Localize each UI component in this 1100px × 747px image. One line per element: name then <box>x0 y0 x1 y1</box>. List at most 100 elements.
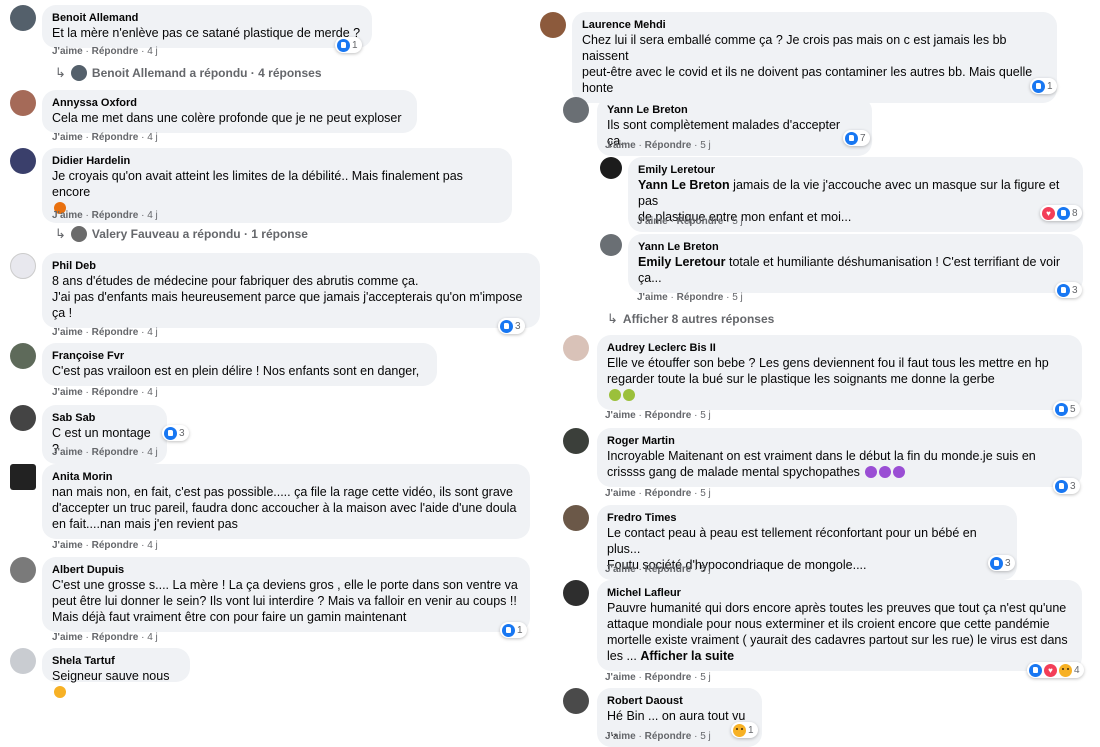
reply-link[interactable]: Répondre <box>677 216 724 227</box>
avatar[interactable] <box>10 148 36 174</box>
reaction-count[interactable]: 3 <box>498 318 525 334</box>
like-link[interactable]: J'aime <box>605 564 636 575</box>
avatar[interactable] <box>563 505 589 531</box>
avatar[interactable] <box>600 157 622 179</box>
avatar[interactable] <box>10 464 36 490</box>
comment-author[interactable]: Shela Tartuf <box>52 654 180 668</box>
mention-link[interactable]: Yann Le Breton <box>638 178 730 192</box>
view-replies[interactable]: ↳ Benoit Allemand a répondu · 4 réponses <box>55 65 322 81</box>
comment-author[interactable]: Sab Sab <box>52 411 157 425</box>
avatar[interactable] <box>563 580 589 606</box>
avatar[interactable] <box>10 405 36 431</box>
reply-link[interactable]: Répondre <box>92 540 139 551</box>
reaction-count[interactable]: 1 <box>500 622 527 638</box>
like-link[interactable]: J'aime <box>637 292 668 303</box>
avatar[interactable] <box>10 343 36 369</box>
reply-link[interactable]: Répondre <box>677 292 724 303</box>
reply-link[interactable]: Répondre <box>92 632 139 643</box>
comment-author[interactable]: Fredro Times <box>607 511 1007 525</box>
comment-author[interactable]: Anita Morin <box>52 470 520 484</box>
avatar[interactable] <box>10 90 36 116</box>
comment-author[interactable]: Françoise Fvr <box>52 349 427 363</box>
reply-link[interactable]: Répondre <box>92 132 139 143</box>
comment-author[interactable]: Michel Lafleur <box>607 586 1072 600</box>
reaction-count[interactable]: 1 <box>731 722 758 738</box>
reply-link[interactable]: Répondre <box>645 140 692 151</box>
avatar[interactable] <box>563 428 589 454</box>
comment-author[interactable]: Albert Dupuis <box>52 563 520 577</box>
reply-link[interactable]: Répondre <box>92 210 139 221</box>
like-link[interactable]: J'aime <box>52 447 83 458</box>
comment-text: Seigneur sauve nous <box>52 668 180 700</box>
reaction-count[interactable]: 1 <box>1030 78 1057 94</box>
reply-link[interactable]: Répondre <box>645 564 692 575</box>
avatar[interactable] <box>563 688 589 714</box>
avatar[interactable] <box>540 12 566 38</box>
like-link[interactable]: J'aime <box>52 540 83 551</box>
comment-author[interactable]: Didier Hardelin <box>52 154 502 168</box>
like-link[interactable]: J'aime <box>605 672 636 683</box>
comment-author[interactable]: Roger Martin <box>607 434 1072 448</box>
like-icon <box>502 623 515 637</box>
like-link[interactable]: J'aime <box>52 210 83 221</box>
like-link[interactable]: J'aime <box>52 46 83 57</box>
avatar[interactable] <box>10 253 36 279</box>
comment-bubble: Laurence Mehdi Chez lui il sera emballé … <box>572 12 1057 103</box>
avatar[interactable] <box>600 234 622 256</box>
reply-link[interactable]: Répondre <box>645 488 692 499</box>
show-more-replies[interactable]: ↳ Afficher 8 autres réponses <box>607 311 774 327</box>
like-link[interactable]: J'aime <box>605 731 636 742</box>
comment-time: 4 j <box>147 387 158 398</box>
comment-author[interactable]: Robert Daoust <box>607 694 752 708</box>
reply-link[interactable]: Répondre <box>645 410 692 421</box>
avatar[interactable] <box>10 648 36 674</box>
reply-link[interactable]: Répondre <box>92 387 139 398</box>
reaction-count[interactable]: ♥ 4 <box>1027 662 1084 678</box>
reply-link[interactable]: Répondre <box>92 447 139 458</box>
reaction-count[interactable]: 3 <box>988 555 1015 571</box>
reaction-count[interactable]: 7 <box>843 130 870 146</box>
comment-author[interactable]: Yann Le Breton <box>638 240 1073 254</box>
comment-text: nan mais non, en fait, c'est pas possibl… <box>52 485 517 531</box>
avatar[interactable] <box>10 557 36 583</box>
reaction-count[interactable]: 3 <box>162 425 189 441</box>
like-link[interactable]: J'aime <box>52 132 83 143</box>
reply-link[interactable]: Répondre <box>645 731 692 742</box>
comment-author[interactable]: Emily Leretour <box>638 163 1073 177</box>
like-link[interactable]: J'aime <box>605 488 636 499</box>
avatar[interactable] <box>563 97 589 123</box>
comment-time: 5 j <box>700 488 711 499</box>
comment-author[interactable]: Benoit Allemand <box>52 11 362 25</box>
reaction-count[interactable]: 3 <box>1055 282 1082 298</box>
comment-bubble: Shela Tartuf Seigneur sauve nous <box>42 648 190 698</box>
mention-link[interactable]: Emily Leretour <box>638 255 726 269</box>
comment-author[interactable]: Phil Deb <box>52 259 530 273</box>
like-link[interactable]: J'aime <box>52 632 83 643</box>
reaction-count[interactable]: ♥ 8 <box>1040 205 1082 221</box>
reaction-count[interactable]: 1 <box>335 37 362 53</box>
comment-actions: J'aime · Répondre · 5 j <box>637 292 743 303</box>
comment-time: 5 j <box>732 216 743 227</box>
comment-bubble: Phil Deb 8 ans d'études de médecine pour… <box>42 253 540 328</box>
comment-author[interactable]: Audrey Leclerc Bis II <box>607 341 1072 355</box>
comment-author[interactable]: Annyssa Oxford <box>52 96 407 110</box>
avatar <box>70 226 87 242</box>
like-link[interactable]: J'aime <box>605 140 636 151</box>
reply-link[interactable]: Répondre <box>645 672 692 683</box>
like-link[interactable]: J'aime <box>52 327 83 338</box>
view-replies[interactable]: ↳ Valery Fauveau a répondu · 1 réponse <box>55 226 308 242</box>
comment-text: Incroyable Maitenant on est vraiment dan… <box>607 449 1036 479</box>
like-link[interactable]: J'aime <box>52 387 83 398</box>
see-more-link[interactable]: Afficher la suite <box>640 649 734 663</box>
comment-author[interactable]: Yann Le Breton <box>607 103 862 117</box>
reaction-count[interactable]: 3 <box>1053 478 1080 494</box>
comment-author[interactable]: Laurence Mehdi <box>582 18 1047 32</box>
like-link[interactable]: J'aime <box>605 410 636 421</box>
reply-link[interactable]: Répondre <box>92 327 139 338</box>
like-link[interactable]: J'aime <box>637 216 668 227</box>
avatar[interactable] <box>10 5 36 31</box>
reaction-count[interactable]: 5 <box>1053 401 1080 417</box>
avatar[interactable] <box>563 335 589 361</box>
reply-link[interactable]: Répondre <box>92 46 139 57</box>
right-comments-column: Laurence Mehdi Chez lui il sera emballé … <box>535 0 1100 747</box>
